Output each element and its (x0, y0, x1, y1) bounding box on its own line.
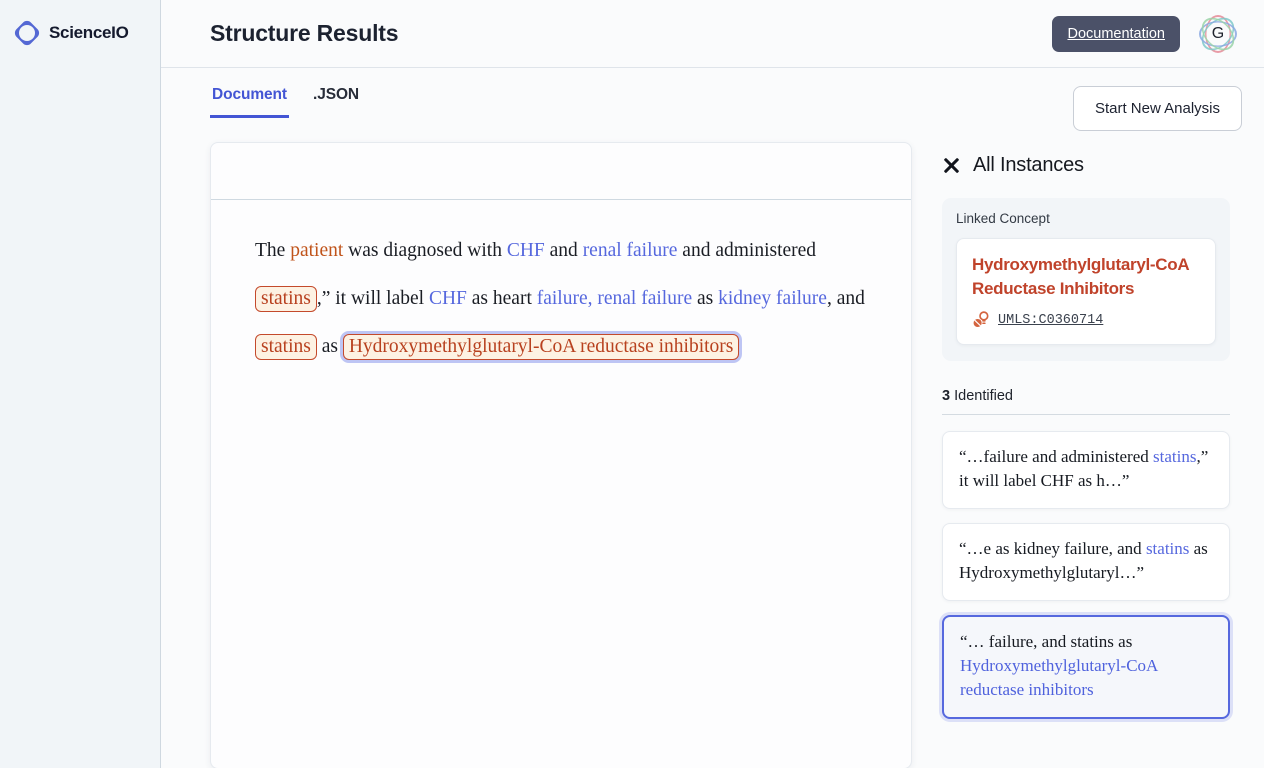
documentation-button[interactable]: Documentation (1052, 16, 1180, 52)
all-instances-panel: All Instances Linked Concept Hydroxymeth… (912, 142, 1264, 768)
entity-statins-1[interactable]: statins (255, 286, 317, 312)
concept-name: Hydroxymethylglutaryl-CoA Reductase Inhi… (972, 253, 1200, 301)
instance-card-selected[interactable]: “… failure, and statins as Hydroxymethyl… (942, 615, 1230, 719)
brand-logo[interactable]: ScienceIO (0, 0, 160, 46)
doc-token: as heart (467, 288, 537, 309)
concept-card[interactable]: Hydroxymethylglutaryl-CoA Reductase Inhi… (956, 238, 1216, 345)
instance-highlight: statins (1153, 447, 1196, 466)
instance-highlight: Hydroxymethylglutaryl-CoA reductase inhi… (960, 656, 1157, 699)
main-area: Structure Results Documentation G Docume… (161, 0, 1264, 768)
avatar-initial: G (1212, 25, 1224, 43)
scienceio-logo-icon (14, 20, 40, 46)
instance-text-pre: “…failure and administered (959, 447, 1153, 466)
tab-list: Document .JSON (210, 86, 361, 118)
instance-text-pre: “… failure, and statins as (960, 632, 1132, 651)
panel-title: All Instances (973, 154, 1084, 177)
identified-count-row: 3 Identified (942, 388, 1230, 415)
tabs-row: Document .JSON Start New Analysis (161, 68, 1264, 142)
entity-failure-renal-failure[interactable]: failure, renal failure (537, 288, 692, 309)
linked-concept-label: Linked Concept (956, 211, 1216, 226)
pills-icon (972, 311, 990, 329)
document-card: The patient was diagnosed with CHF and r… (210, 142, 912, 768)
linked-concept-section: Linked Concept Hydroxymethylglutaryl-CoA… (942, 198, 1230, 361)
doc-token: and (545, 240, 583, 261)
top-bar: Structure Results Documentation G (161, 0, 1264, 68)
identified-count: 3 (942, 388, 950, 404)
panel-header: All Instances (942, 154, 1230, 177)
avatar[interactable]: G (1194, 10, 1242, 58)
document-toolbar (211, 143, 911, 200)
entity-statins-2[interactable]: statins (255, 334, 317, 360)
app-root: ScienceIO Structure Results Documentatio… (0, 0, 1264, 768)
tab-document[interactable]: Document (210, 86, 289, 118)
tab-json[interactable]: .JSON (311, 86, 361, 118)
doc-token: ,” it will label (317, 288, 429, 309)
instance-text-pre: “…e as kidney failure, and (959, 539, 1146, 558)
instance-list: “…failure and administered statins,” it … (942, 431, 1230, 719)
doc-token: and administered (677, 240, 816, 261)
entity-kidney-failure[interactable]: kidney failure (718, 288, 827, 309)
entity-renal-failure[interactable]: renal failure (583, 240, 678, 261)
instance-card[interactable]: “…e as kidney failure, and statins as Hy… (942, 523, 1230, 601)
content-split: The patient was diagnosed with CHF and r… (161, 142, 1264, 768)
entity-patient[interactable]: patient (290, 240, 343, 261)
page-title: Structure Results (210, 20, 398, 47)
entity-hmg-coa-reductase-inhibitors[interactable]: Hydroxymethylglutaryl-CoA reductase inhi… (343, 334, 740, 360)
start-new-analysis-button[interactable]: Start New Analysis (1073, 86, 1242, 131)
doc-token: as (692, 288, 718, 309)
top-bar-actions: Documentation G (1052, 10, 1242, 58)
close-icon[interactable] (942, 156, 961, 175)
doc-token: , and (827, 288, 865, 309)
instance-card[interactable]: “…failure and administered statins,” it … (942, 431, 1230, 509)
instance-highlight: statins (1146, 539, 1189, 558)
doc-token: The (255, 240, 290, 261)
brand-name: ScienceIO (49, 23, 129, 43)
entity-chf[interactable]: CHF (507, 240, 545, 261)
doc-token: was diagnosed with (343, 240, 507, 261)
entity-chf-2[interactable]: CHF (429, 288, 467, 309)
sidebar: ScienceIO (0, 0, 161, 768)
doc-token: as (317, 336, 343, 357)
concept-code-row: UMLS:C0360714 (972, 311, 1200, 329)
document-text[interactable]: The patient was diagnosed with CHF and r… (211, 200, 911, 398)
identified-label: Identified (954, 388, 1013, 404)
concept-code-link[interactable]: UMLS:C0360714 (998, 313, 1103, 328)
